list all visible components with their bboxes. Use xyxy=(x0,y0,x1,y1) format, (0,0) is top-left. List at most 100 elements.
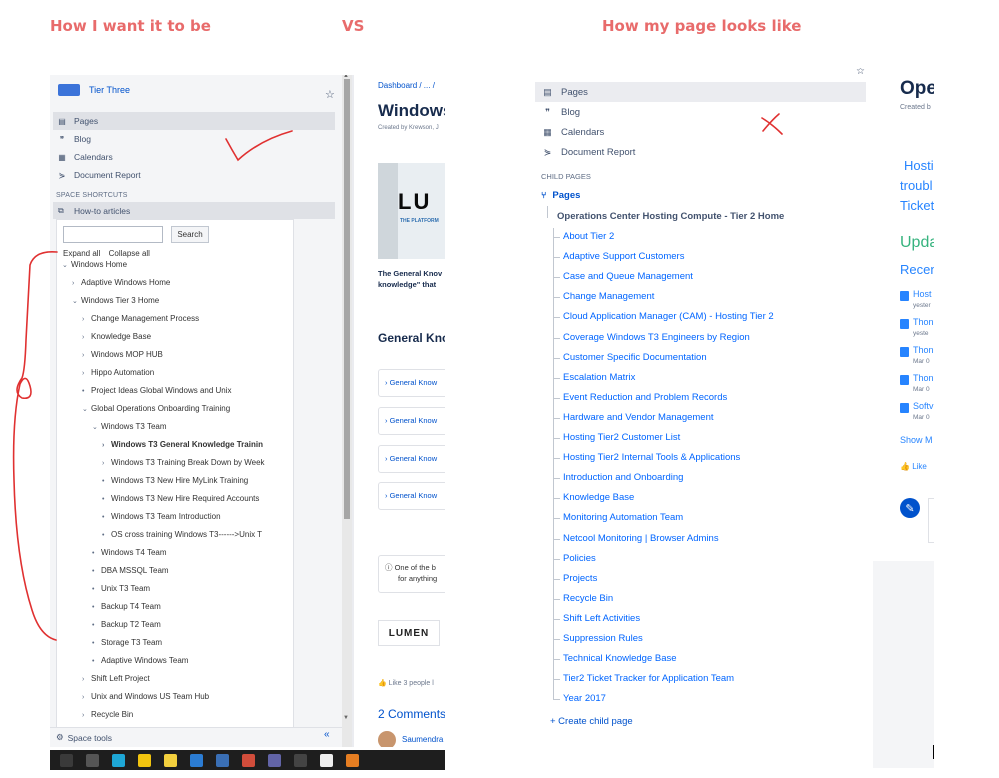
chevron-right-icon[interactable]: › xyxy=(82,691,91,705)
recent-update-item[interactable]: Thon Mar 0 xyxy=(900,373,934,399)
recent-update-item[interactable]: Thon yeste xyxy=(900,317,934,343)
scrollbar-thumb[interactable] xyxy=(344,79,350,519)
tree-item[interactable]: › Windows T3 General Knowledge Trainin xyxy=(102,438,263,452)
child-page-link[interactable]: Coverage Windows T3 Engineers by Region xyxy=(553,331,750,345)
child-page-link[interactable]: Cloud Application Manager (CAM) - Hostin… xyxy=(553,310,774,324)
child-page-link[interactable]: Policies xyxy=(553,552,596,566)
search-icon[interactable] xyxy=(86,753,99,767)
nav-calendars[interactable]: ▦ Calendars xyxy=(53,148,335,166)
child-page-link[interactable]: Tier2 Ticket Tracker for Application Tea… xyxy=(552,672,734,686)
scroll-down-icon[interactable]: ▼ xyxy=(343,715,349,721)
folder-icon[interactable] xyxy=(138,753,151,767)
expand-box[interactable]: › General Know xyxy=(378,445,445,473)
tree-item[interactable]: • Storage T3 Team xyxy=(92,636,162,650)
terminal-icon[interactable] xyxy=(294,753,307,767)
tree-item[interactable]: • Backup T2 Team xyxy=(92,618,161,632)
child-page-link[interactable]: Monitoring Automation Team xyxy=(552,511,683,525)
child-page-link[interactable]: Technical Knowledge Base xyxy=(553,652,677,666)
tree-item[interactable]: • Windows T3 Team Introduction xyxy=(102,510,221,524)
nav-document-report[interactable]: ⋟ Document Report xyxy=(53,166,335,184)
chevron-right-icon[interactable]: › xyxy=(82,367,91,381)
chevron-right-icon[interactable]: › xyxy=(102,457,111,471)
tree-item[interactable]: › Adaptive Windows Home xyxy=(72,276,170,290)
nav-blog[interactable]: ❞ Blog xyxy=(535,102,866,122)
child-page-link[interactable]: Shift Left Activities xyxy=(552,612,640,626)
app-icon[interactable] xyxy=(320,753,333,767)
child-page-link[interactable]: Netcool Monitoring | Browser Admins xyxy=(553,532,719,546)
teams-icon[interactable] xyxy=(268,753,281,767)
tree-item[interactable]: • Windows T4 Team xyxy=(92,546,167,560)
notes-icon[interactable] xyxy=(164,753,177,767)
chevron-right-icon[interactable]: › xyxy=(82,313,91,327)
app-icon[interactable] xyxy=(216,753,229,767)
hosting-text[interactable]: Hosti troubl Ticket xyxy=(900,156,934,216)
recent-update-item[interactable]: Thon Mar 0 xyxy=(900,345,934,371)
like-button[interactable]: 👍 Like xyxy=(900,462,927,471)
child-page-link[interactable]: Suppression Rules xyxy=(553,632,643,646)
app-icon[interactable] xyxy=(346,753,359,767)
tree-item[interactable]: • Project Ideas Global Windows and Unix xyxy=(82,384,232,398)
tree-item[interactable]: › Knowledge Base xyxy=(82,330,151,344)
tree-item[interactable]: • Windows T3 New Hire MyLink Training xyxy=(102,474,248,488)
child-page-link[interactable]: Change Management xyxy=(552,290,654,304)
sidebar-scrollbar[interactable]: ▲ ▼ xyxy=(342,75,352,747)
chevron-right-icon[interactable]: › xyxy=(82,331,91,345)
tree-item[interactable]: • OS cross training Windows T3------>Unix… xyxy=(102,528,262,542)
chevron-down-icon[interactable]: ⌄ xyxy=(92,421,101,435)
tree-item[interactable]: › Windows MOP HUB xyxy=(82,348,163,362)
tree-item[interactable]: • Adaptive Windows Team xyxy=(92,654,188,668)
tree-item[interactable]: › Change Management Process xyxy=(82,312,199,326)
tree-item[interactable]: ⌄ Windows Home xyxy=(62,258,127,272)
child-page-link[interactable]: Projects xyxy=(552,572,597,586)
tree-item[interactable]: ⌄ Windows T3 Team xyxy=(92,420,167,434)
show-more-link[interactable]: Show M xyxy=(900,435,933,445)
child-page-link[interactable]: Event Reduction and Problem Records xyxy=(552,391,727,405)
recent-update-item[interactable]: Softv Mar 0 xyxy=(900,401,934,427)
breadcrumb[interactable]: Dashboard / ... / xyxy=(378,81,435,90)
browser-icon[interactable] xyxy=(112,753,125,767)
tree-item[interactable]: • Backup T4 Team xyxy=(92,600,161,614)
expand-box[interactable]: › General Know xyxy=(378,482,445,510)
thumbs-up-icon[interactable]: 👍 xyxy=(378,680,387,687)
expand-all-link[interactable]: Expand all xyxy=(63,249,100,258)
child-page-link[interactable]: Customer Specific Documentation xyxy=(553,351,707,365)
chrome-icon[interactable] xyxy=(242,753,255,767)
child-page-link[interactable]: Hosting Tier2 Internal Tools & Applicati… xyxy=(552,451,740,465)
tree-item[interactable]: › Recycle Bin xyxy=(82,708,133,722)
tree-item[interactable]: ⌄ Windows Tier 3 Home xyxy=(72,294,159,308)
chevron-right-icon[interactable]: › xyxy=(82,673,91,687)
comment-input[interactable] xyxy=(928,498,934,543)
start-icon[interactable] xyxy=(60,753,73,767)
tree-item[interactable]: • Windows T3 New Hire Required Accounts xyxy=(102,492,259,506)
tree-item[interactable]: › Windows T3 Training Break Down by Week xyxy=(102,456,265,470)
chevron-right-icon[interactable]: › xyxy=(82,349,91,363)
tree-search-input[interactable] xyxy=(63,226,163,243)
expand-box[interactable]: › General Know xyxy=(378,369,445,397)
root-page[interactable]: Operations Center Hosting Compute - Tier… xyxy=(557,211,784,222)
child-page-link[interactable]: Hosting Tier2 Customer List xyxy=(552,431,680,445)
space-name-link[interactable]: Tier Three xyxy=(89,85,130,95)
commenter-name[interactable]: Saumendra xyxy=(402,735,443,744)
tree-item[interactable]: › Unix and Windows US Team Hub xyxy=(82,690,209,704)
child-page-link[interactable]: Year 2017 xyxy=(553,692,606,706)
child-page-link[interactable]: Adaptive Support Customers xyxy=(552,250,684,264)
pages-link[interactable]: ⑂ Pages xyxy=(541,190,580,201)
chevron-right-icon[interactable]: › xyxy=(102,439,111,453)
nav-pages[interactable]: ▤ Pages xyxy=(53,112,335,130)
child-page-link[interactable]: Introduction and Onboarding xyxy=(552,471,683,485)
child-page-link[interactable]: Recycle Bin xyxy=(552,592,613,606)
chevron-down-icon[interactable]: ⌄ xyxy=(82,403,91,417)
editor-avatar-icon[interactable]: ✎ xyxy=(900,498,920,518)
chevron-right-icon[interactable]: › xyxy=(82,709,91,723)
create-child-page-link[interactable]: + Create child page xyxy=(550,716,633,727)
recent-update-item[interactable]: Host yester xyxy=(900,289,934,315)
star-icon[interactable]: ☆ xyxy=(325,88,335,101)
expand-box[interactable]: › General Know xyxy=(378,407,445,435)
child-page-link[interactable]: Escalation Matrix xyxy=(552,371,635,385)
search-button[interactable]: Search xyxy=(171,226,209,243)
tree-item[interactable]: • Unix T3 Team xyxy=(92,582,150,596)
like-text[interactable]: Like 3 people l xyxy=(389,680,434,687)
tree-item[interactable]: › Hippo Automation xyxy=(82,366,154,380)
nav-calendars[interactable]: ▦ Calendars xyxy=(535,122,866,142)
child-page-link[interactable]: Knowledge Base xyxy=(552,491,634,505)
